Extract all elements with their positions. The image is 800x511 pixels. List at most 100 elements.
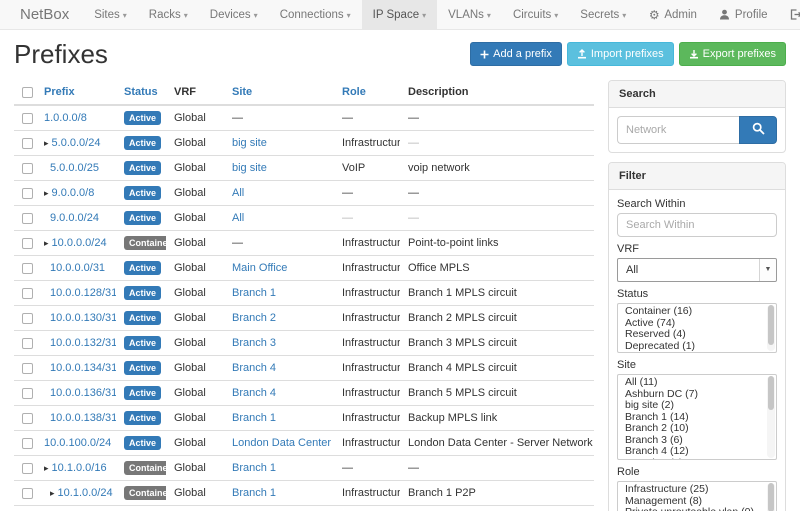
nav-item-devices[interactable]: Devices▾	[199, 0, 269, 29]
prefix-link[interactable]: 10.0.0.132/31	[50, 337, 116, 349]
row-checkbox[interactable]	[22, 413, 33, 424]
prefix-link[interactable]: 10.0.0.0/24	[52, 237, 107, 249]
site-link[interactable]: Branch 1	[232, 462, 276, 474]
netbox-brand[interactable]: NetBox	[8, 0, 83, 29]
site-scrollbar[interactable]	[767, 376, 775, 458]
prefix-link[interactable]: 10.0.0.134/31	[50, 362, 116, 374]
row-checkbox[interactable]	[22, 363, 33, 374]
add-prefix-button[interactable]: Add a prefix	[470, 42, 562, 66]
row-checkbox[interactable]	[22, 288, 33, 299]
search-within-input[interactable]	[617, 213, 777, 237]
prefix-link[interactable]: 9.0.0.0/24	[50, 212, 99, 224]
status-option[interactable]: Deprecated (1)	[618, 341, 776, 353]
row-checkbox[interactable]	[22, 263, 33, 274]
nav-item-sites[interactable]: Sites▾	[83, 0, 138, 29]
expand-caret-icon[interactable]: ▸	[50, 488, 55, 498]
row-checkbox[interactable]	[22, 488, 33, 499]
site-option[interactable]: All (11)	[618, 377, 776, 389]
site-option[interactable]: Branch 5 (7)	[618, 458, 776, 461]
site-link[interactable]: All	[232, 187, 244, 199]
nav-item-admin[interactable]: ⚙ Admin	[637, 0, 708, 29]
nav-item-circuits[interactable]: Circuits▾	[502, 0, 569, 29]
row-checkbox[interactable]	[22, 388, 33, 399]
nav-item-connections[interactable]: Connections▾	[269, 0, 362, 29]
nav-item-racks[interactable]: Racks▾	[138, 0, 199, 29]
prefix-link[interactable]: 9.0.0.0/8	[52, 187, 95, 199]
expand-caret-icon[interactable]: ▸	[44, 238, 49, 248]
row-checkbox[interactable]	[22, 438, 33, 449]
site-link[interactable]: Main Office	[232, 262, 287, 274]
site-link[interactable]: Branch 1	[232, 412, 276, 424]
status-option[interactable]: Reserved (4)	[618, 329, 776, 341]
nav-item-logout[interactable]: Log out	[779, 0, 800, 29]
row-checkbox[interactable]	[22, 213, 33, 224]
nav-item-label: Connections	[280, 9, 344, 21]
column-header-status[interactable]: Status	[116, 80, 166, 105]
vrf-select[interactable]: All ▼	[617, 258, 777, 282]
prefix-link[interactable]: 5.0.0.0/24	[52, 137, 101, 149]
row-checkbox[interactable]	[22, 163, 33, 174]
prefix-link[interactable]: 10.1.0.0/16	[52, 462, 107, 474]
prefix-link[interactable]: 1.0.0.0/8	[44, 112, 87, 124]
caret-down-icon: ▾	[254, 11, 258, 20]
site-link[interactable]: Branch 2	[232, 312, 276, 324]
prefix-link[interactable]: 10.0.0.130/31	[50, 312, 116, 324]
prefix-link[interactable]: 5.0.0.0/25	[50, 162, 99, 174]
site-link[interactable]: London Data Center	[232, 437, 331, 449]
status-option[interactable]: Container (16)	[618, 306, 776, 318]
site-option[interactable]: Branch 2 (10)	[618, 423, 776, 435]
prefix-link[interactable]: 10.0.0.136/31	[50, 387, 116, 399]
site-link[interactable]: big site	[232, 162, 267, 174]
site-link[interactable]: Branch 1	[232, 287, 276, 299]
prefix-link[interactable]: 10.0.0.0/31	[50, 262, 105, 274]
role-cell: Infrastructure	[334, 406, 400, 431]
nav-item-label: Devices	[210, 9, 251, 21]
site-link[interactable]: Branch 3	[232, 337, 276, 349]
site-listbox[interactable]: All (11)Ashburn DC (7)big site (2)Branch…	[617, 374, 777, 460]
row-checkbox[interactable]	[22, 113, 33, 124]
site-link[interactable]: Branch 1	[232, 487, 276, 499]
site-link[interactable]: big site	[232, 137, 267, 149]
row-checkbox[interactable]	[22, 313, 33, 324]
prefix-cell: 10.0.0.132/31	[36, 331, 116, 356]
nav-item-ip-space[interactable]: IP Space▾	[362, 0, 437, 29]
row-select-cell	[14, 181, 36, 206]
nav-item-vlans[interactable]: VLANs▾	[437, 0, 502, 29]
status-badge: Active	[124, 386, 161, 400]
search-button[interactable]	[739, 116, 777, 144]
site-link[interactable]: Branch 4	[232, 387, 276, 399]
nav-item-profile[interactable]: Profile	[708, 0, 779, 29]
row-checkbox[interactable]	[22, 238, 33, 249]
row-select-cell	[14, 431, 36, 456]
row-checkbox[interactable]	[22, 138, 33, 149]
search-input[interactable]	[617, 116, 739, 144]
expand-caret-icon[interactable]: ▸	[44, 188, 49, 198]
site-link[interactable]: Branch 4	[232, 362, 276, 374]
site-link[interactable]: All	[232, 212, 244, 224]
expand-caret-icon[interactable]: ▸	[44, 463, 49, 473]
status-scrollbar[interactable]	[767, 305, 775, 351]
export-prefixes-button[interactable]: Export prefixes	[679, 42, 786, 66]
role-option[interactable]: Private unrouteable vlan (0)	[618, 507, 776, 511]
row-checkbox[interactable]	[22, 463, 33, 474]
row-checkbox[interactable]	[22, 338, 33, 349]
status-listbox[interactable]: Container (16)Active (74)Reserved (4)Dep…	[617, 303, 777, 353]
column-header-prefix[interactable]: Prefix	[36, 80, 116, 105]
prefix-link[interactable]: 10.1.0.0/24	[58, 487, 113, 499]
prefix-link[interactable]: 10.0.0.128/31	[50, 287, 116, 299]
row-checkbox[interactable]	[22, 188, 33, 199]
nav-item-secrets[interactable]: Secrets▾	[569, 0, 637, 29]
import-prefixes-button[interactable]: Import prefixes	[567, 42, 674, 66]
prefix-link[interactable]: 10.0.0.138/31	[50, 412, 116, 424]
site-option[interactable]: Branch 4 (12)	[618, 446, 776, 458]
site-option[interactable]: big site (2)	[618, 400, 776, 412]
site-cell: Main Office	[224, 256, 334, 281]
column-header-site[interactable]: Site	[224, 80, 334, 105]
role-option[interactable]: Infrastructure (25)	[618, 484, 776, 496]
prefix-link[interactable]: 10.0.100.0/24	[44, 437, 111, 449]
column-header-role[interactable]: Role	[334, 80, 400, 105]
expand-caret-icon[interactable]: ▸	[44, 138, 49, 148]
role-listbox[interactable]: Infrastructure (25)Management (8)Private…	[617, 481, 777, 511]
select-all-checkbox[interactable]	[22, 87, 33, 98]
role-scrollbar[interactable]	[767, 483, 775, 511]
